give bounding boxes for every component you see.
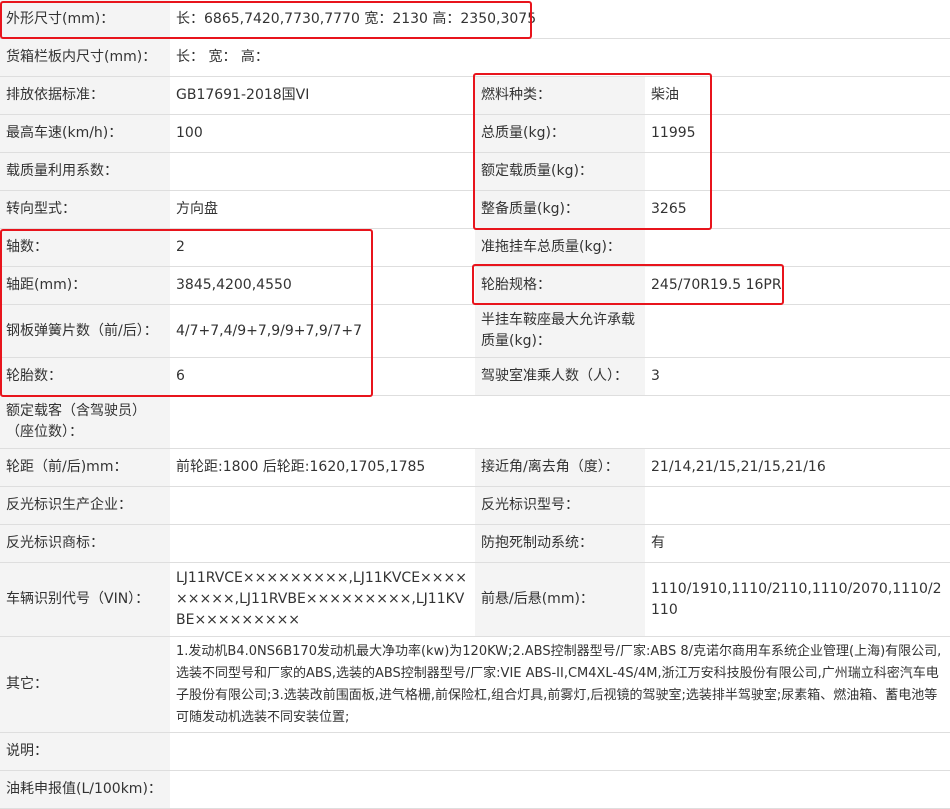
table-row: 货箱栏板内尺寸(mm)： 长： 宽： 高： (0, 39, 950, 77)
field-label: 额定载客（含驾驶员）（座位数）： (0, 396, 170, 448)
field-label: 前悬/后悬(mm)： (475, 563, 645, 636)
field-label: 反光标识生产企业： (0, 487, 170, 524)
field-value: LJ11RVCE×××××××××,LJ11KVCE×××××××××,LJ11… (170, 563, 475, 636)
table-row: 钢板弹簧片数（前/后）： 4/7+7,4/9+7,9/9+7,9/7+7 半挂车… (0, 305, 950, 358)
field-label: 驾驶室准乘人数（人）： (475, 358, 645, 395)
table-row: 外形尺寸(mm)： 长：6865,7420,7730,7770 宽：2130 高… (0, 0, 950, 39)
field-label: 防抱死制动系统： (475, 525, 645, 562)
table-row: 轴距(mm)： 3845,4200,4550 轮胎规格： 245/70R19.5… (0, 267, 950, 305)
field-value: 6 (170, 358, 475, 395)
field-value: 100 (170, 115, 475, 152)
table-row: 轮胎数： 6 驾驶室准乘人数（人）： 3 (0, 358, 950, 396)
table-row: 反光标识生产企业： 反光标识型号： (0, 487, 950, 525)
table-row: 额定载客（含驾驶员）（座位数）： (0, 396, 950, 449)
table-row: 反光标识商标： 防抱死制动系统： 有 (0, 525, 950, 563)
field-value (170, 153, 475, 190)
table-row: 转向型式： 方向盘 整备质量(kg)： 3265 (0, 191, 950, 229)
field-label: 外形尺寸(mm)： (0, 0, 170, 38)
field-value (170, 396, 950, 448)
field-label: 轴数： (0, 229, 170, 266)
field-label: 载质量利用系数： (0, 153, 170, 190)
field-value: 1.发动机B4.0NS6B170发动机最大净功率(kw)为120KW;2.ABS… (170, 637, 950, 732)
field-value (170, 733, 950, 770)
field-label: 车辆识别代号（VIN）： (0, 563, 170, 636)
table-row: 载质量利用系数： 额定载质量(kg)： (0, 153, 950, 191)
field-value: 3845,4200,4550 (170, 267, 475, 304)
field-value (170, 525, 475, 562)
field-value: 4/7+7,4/9+7,9/9+7,9/7+7 (170, 305, 475, 357)
field-label: 整备质量(kg)： (475, 191, 645, 228)
field-value: 长： 宽： 高： (170, 39, 950, 76)
table-row: 最高车速(km/h)： 100 总质量(kg)： 11995 (0, 115, 950, 153)
field-label: 额定载质量(kg)： (475, 153, 645, 190)
field-value (170, 487, 475, 524)
table-row: 车辆识别代号（VIN）： LJ11RVCE×××××××××,LJ11KVCE×… (0, 563, 950, 637)
table-row: 排放依据标准： GB17691-2018国VI 燃料种类： 柴油 (0, 77, 950, 115)
field-label: 反光标识型号： (475, 487, 645, 524)
field-label: 油耗申报值(L/100km)： (0, 771, 170, 808)
field-label: 其它： (0, 637, 170, 732)
field-value: GB17691-2018国VI (170, 77, 475, 114)
field-value: 方向盘 (170, 191, 475, 228)
field-value: 245/70R19.5 16PR (645, 267, 950, 304)
field-label: 反光标识商标： (0, 525, 170, 562)
field-value: 3 (645, 358, 950, 395)
field-value (645, 153, 950, 190)
field-label: 接近角/离去角（度）： (475, 449, 645, 486)
field-label: 轴距(mm)： (0, 267, 170, 304)
field-value: 前轮距:1800 后轮距:1620,1705,1785 (170, 449, 475, 486)
field-value: 长：6865,7420,7730,7770 宽：2130 高：2350,3075 (170, 0, 950, 38)
field-value (645, 305, 950, 357)
field-label: 轮胎规格： (475, 267, 645, 304)
field-label: 说明： (0, 733, 170, 770)
field-value (645, 229, 950, 266)
field-label: 半挂车鞍座最大允许承载质量(kg)： (475, 305, 645, 357)
field-label: 排放依据标准： (0, 77, 170, 114)
field-label: 燃料种类： (475, 77, 645, 114)
field-value (645, 487, 950, 524)
field-label: 货箱栏板内尺寸(mm)： (0, 39, 170, 76)
field-value: 1110/1910,1110/2110,1110/2070,1110/2110 (645, 563, 950, 636)
field-label: 钢板弹簧片数（前/后）： (0, 305, 170, 357)
table-row: 其它： 1.发动机B4.0NS6B170发动机最大净功率(kw)为120KW;2… (0, 637, 950, 733)
field-label: 轮距（前/后)mm： (0, 449, 170, 486)
field-value: 柴油 (645, 77, 950, 114)
field-label: 准拖挂车总质量(kg)： (475, 229, 645, 266)
field-value: 3265 (645, 191, 950, 228)
table-row: 轮距（前/后)mm： 前轮距:1800 后轮距:1620,1705,1785 接… (0, 449, 950, 487)
field-label: 转向型式： (0, 191, 170, 228)
field-value (170, 771, 950, 808)
field-value: 11995 (645, 115, 950, 152)
table-row: 说明： (0, 733, 950, 771)
field-value: 21/14,21/15,21/15,21/16 (645, 449, 950, 486)
field-value: 2 (170, 229, 475, 266)
table-row: 油耗申报值(L/100km)： (0, 771, 950, 809)
field-label: 总质量(kg)： (475, 115, 645, 152)
field-label: 最高车速(km/h)： (0, 115, 170, 152)
table-row: 轴数： 2 准拖挂车总质量(kg)： (0, 229, 950, 267)
field-label: 轮胎数： (0, 358, 170, 395)
field-value: 有 (645, 525, 950, 562)
